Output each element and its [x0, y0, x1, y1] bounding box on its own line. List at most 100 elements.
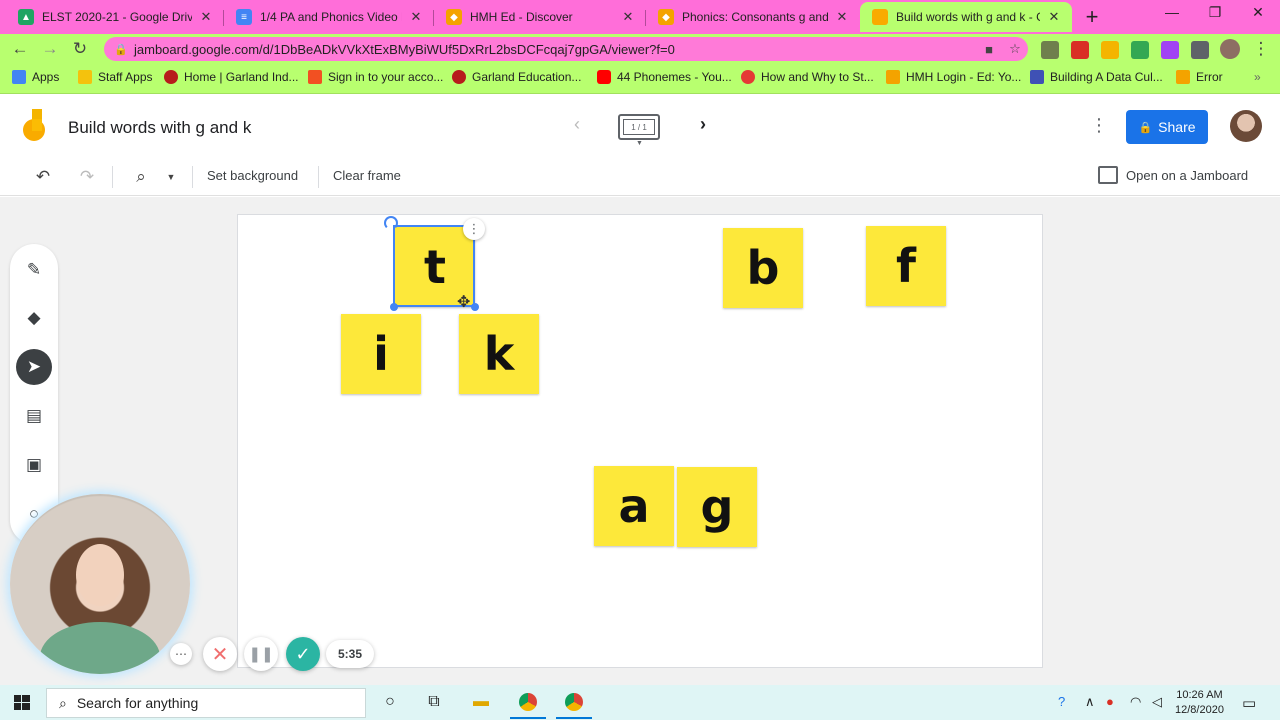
- bookmark-item[interactable]: 44 Phonemes - You...: [597, 70, 732, 84]
- browser-tab[interactable]: ▲ ELST 2020-21 - Google Drive ✕: [6, 2, 224, 32]
- more-bookmarks-icon[interactable]: »: [1254, 70, 1261, 84]
- minimize-button[interactable]: —: [1152, 4, 1192, 26]
- bookmark-star-icon[interactable]: ☆: [1002, 41, 1028, 57]
- youtube-icon: [597, 70, 611, 84]
- recorder-more-icon[interactable]: ⋯: [170, 643, 192, 665]
- more-options-icon[interactable]: ⋮: [1090, 115, 1108, 139]
- sticky-note-icon[interactable]: ▤: [16, 398, 52, 434]
- extension-icon[interactable]: [1041, 41, 1059, 59]
- site-icon: [1030, 70, 1044, 84]
- help-icon[interactable]: ?: [1058, 694, 1065, 709]
- bookmark-item[interactable]: Garland Education...: [452, 70, 581, 84]
- profile-avatar[interactable]: [1220, 39, 1240, 59]
- document-title[interactable]: Build words with g and k: [68, 118, 251, 138]
- move-cursor-icon: ✥: [457, 294, 471, 311]
- redo-icon[interactable]: ↷: [76, 165, 98, 189]
- chevron-up-icon[interactable]: ∧: [1085, 694, 1095, 710]
- extension-icon[interactable]: [1161, 41, 1179, 59]
- sticky-note-a[interactable]: a: [594, 466, 674, 546]
- bookmark-item[interactable]: Sign in to your acco...: [308, 70, 443, 84]
- rotate-handle-icon[interactable]: [384, 216, 398, 230]
- restore-button[interactable]: ❐: [1195, 4, 1235, 26]
- bookmark-item[interactable]: How and Why to St...: [741, 70, 874, 84]
- cortana-icon[interactable]: ○: [378, 691, 402, 713]
- notifications-icon[interactable]: ▭: [1242, 694, 1256, 712]
- camera-icon[interactable]: ■: [976, 42, 1002, 57]
- folder-icon: [78, 70, 92, 84]
- close-tab-icon[interactable]: ✕: [198, 9, 214, 25]
- chevron-down-icon: ▼: [636, 140, 643, 147]
- apps-grid-icon: [12, 70, 26, 84]
- share-button[interactable]: 🔒 Share: [1126, 110, 1208, 144]
- close-window-button[interactable]: ✕: [1238, 4, 1278, 26]
- select-icon[interactable]: ➤: [16, 349, 52, 385]
- tab-title: Build words with g and k - Goo: [896, 10, 1040, 24]
- reload-icon[interactable]: ↻: [69, 38, 91, 60]
- taskbar-clock[interactable]: 10:26 AM 12/8/2020: [1175, 688, 1224, 718]
- extension-icon[interactable]: [1101, 41, 1119, 59]
- close-tab-icon[interactable]: ✕: [834, 9, 850, 25]
- recorder-cancel-icon[interactable]: ✕: [203, 637, 237, 671]
- image-icon[interactable]: ▣: [16, 447, 52, 483]
- set-background-button[interactable]: Set background: [207, 168, 298, 183]
- note-letter: a: [618, 479, 650, 533]
- chrome-icon[interactable]: [510, 691, 546, 719]
- puzzle-extensions-icon[interactable]: [1191, 41, 1209, 59]
- zoom-icon[interactable]: ⌕: [130, 165, 152, 189]
- sticky-note-b[interactable]: b: [723, 228, 803, 308]
- bookmark-item[interactable]: Error: [1176, 70, 1223, 84]
- jamboard-toolbar: ↶ ↷ ⌕ ▼ Set background Clear frame Open …: [0, 158, 1280, 196]
- bookmark-item[interactable]: Home | Garland Ind...: [164, 70, 299, 84]
- new-tab-button[interactable]: +: [1080, 4, 1104, 29]
- bookmark-item[interactable]: Building A Data Cul...: [1030, 70, 1163, 84]
- lock-icon: 🔒: [1138, 121, 1153, 134]
- note-options-icon[interactable]: ⋮: [463, 218, 485, 240]
- bookmark-item[interactable]: HMH Login - Ed: Yo...: [886, 70, 1021, 84]
- browser-tab[interactable]: ◆ Phonics: Consonants g and k - ✕: [646, 2, 860, 32]
- jamboard-logo-icon[interactable]: [22, 109, 48, 143]
- recorder-pause-icon[interactable]: ❚❚: [244, 637, 278, 671]
- volume-icon[interactable]: ◁: [1152, 694, 1162, 710]
- adblock-icon[interactable]: ●: [1106, 694, 1114, 709]
- task-view-icon[interactable]: ⧉: [422, 691, 446, 713]
- file-explorer-icon[interactable]: ▬: [469, 691, 493, 713]
- close-tab-icon[interactable]: ✕: [1046, 9, 1062, 25]
- extension-icon[interactable]: [1131, 41, 1149, 59]
- note-letter: f: [895, 239, 916, 293]
- eraser-icon[interactable]: ◆: [16, 300, 52, 336]
- adblock-icon[interactable]: [1071, 41, 1089, 59]
- avatar[interactable]: [1230, 110, 1262, 142]
- undo-icon[interactable]: ↶: [32, 165, 54, 189]
- clear-frame-button[interactable]: Clear frame: [333, 168, 401, 183]
- next-frame-icon[interactable]: ›: [692, 114, 714, 136]
- resize-handle[interactable]: [471, 303, 479, 311]
- hmh-icon: [1176, 70, 1190, 84]
- chrome-icon[interactable]: [556, 691, 592, 719]
- recorder-done-icon[interactable]: ✓: [286, 637, 320, 671]
- windows-start-icon[interactable]: [8, 693, 36, 713]
- open-on-jamboard-button[interactable]: Open on a Jamboard: [1098, 166, 1248, 184]
- browser-tab[interactable]: ◆ HMH Ed - Discover ✕: [434, 2, 646, 32]
- sticky-note-k[interactable]: k: [459, 314, 539, 394]
- close-tab-icon[interactable]: ✕: [408, 9, 424, 25]
- resize-handle[interactable]: [390, 303, 398, 311]
- omnibox[interactable]: 🔒 jamboard.google.com/d/1DbBeADkVVkXtExB…: [104, 37, 1028, 61]
- taskbar-search[interactable]: ⌕ Search for anything: [46, 688, 366, 718]
- back-icon[interactable]: ←: [9, 38, 31, 60]
- browser-tab-active[interactable]: Build words with g and k - Goo ✕: [860, 2, 1072, 32]
- sticky-note-g[interactable]: g: [677, 467, 757, 547]
- close-tab-icon[interactable]: ✕: [620, 9, 636, 25]
- wifi-icon[interactable]: ◠: [1130, 694, 1141, 710]
- browser-menu-icon[interactable]: ⋮: [1250, 38, 1272, 60]
- frame-picker[interactable]: 1 / 1: [618, 114, 660, 140]
- chevron-down-icon[interactable]: ▼: [164, 165, 178, 189]
- sticky-note-f[interactable]: f: [866, 226, 946, 306]
- previous-frame-icon[interactable]: ‹: [566, 114, 588, 136]
- address-bar-row: ← → ↻ 🔒 jamboard.google.com/d/1DbBeADkVV…: [0, 34, 1280, 64]
- bookmark-apps[interactable]: Apps: [12, 70, 59, 84]
- sticky-note-i[interactable]: i: [341, 314, 421, 394]
- bookmark-item[interactable]: Staff Apps: [78, 70, 153, 84]
- browser-tab[interactable]: ≡ 1/4 PA and Phonics Video Less ✕: [224, 2, 434, 32]
- forward-icon[interactable]: →: [39, 38, 61, 60]
- pen-icon[interactable]: ✎: [16, 252, 52, 288]
